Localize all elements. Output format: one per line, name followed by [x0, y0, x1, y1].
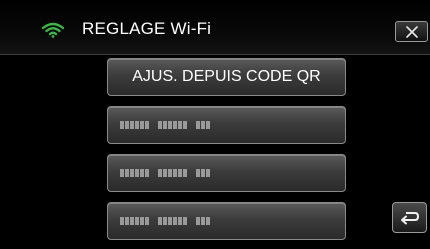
page-title: REGLAGE Wi-Fi: [82, 19, 212, 38]
pixelated-placeholder-text-icon: [120, 217, 210, 225]
wifi-signal-icon: [41, 22, 65, 38]
header-bar: REGLAGE Wi-Fi: [0, 0, 430, 54]
return-arrow-icon: [401, 212, 419, 225]
pixelated-placeholder-text-icon: [120, 121, 210, 129]
qr-code-setup-button[interactable]: AJUS. DEPUIS CODE QR: [107, 58, 346, 96]
close-icon: [406, 26, 418, 38]
header-divider: [0, 54, 430, 55]
menu-item-label: AJUS. DEPUIS CODE QR: [132, 68, 321, 85]
menu-item-3-button[interactable]: [107, 154, 346, 192]
menu-item-4-button[interactable]: [107, 202, 346, 240]
menu-item-2-button[interactable]: [107, 106, 346, 144]
back-button[interactable]: [392, 202, 427, 233]
pixelated-placeholder-text-icon: [120, 169, 210, 177]
close-button[interactable]: [395, 21, 428, 42]
